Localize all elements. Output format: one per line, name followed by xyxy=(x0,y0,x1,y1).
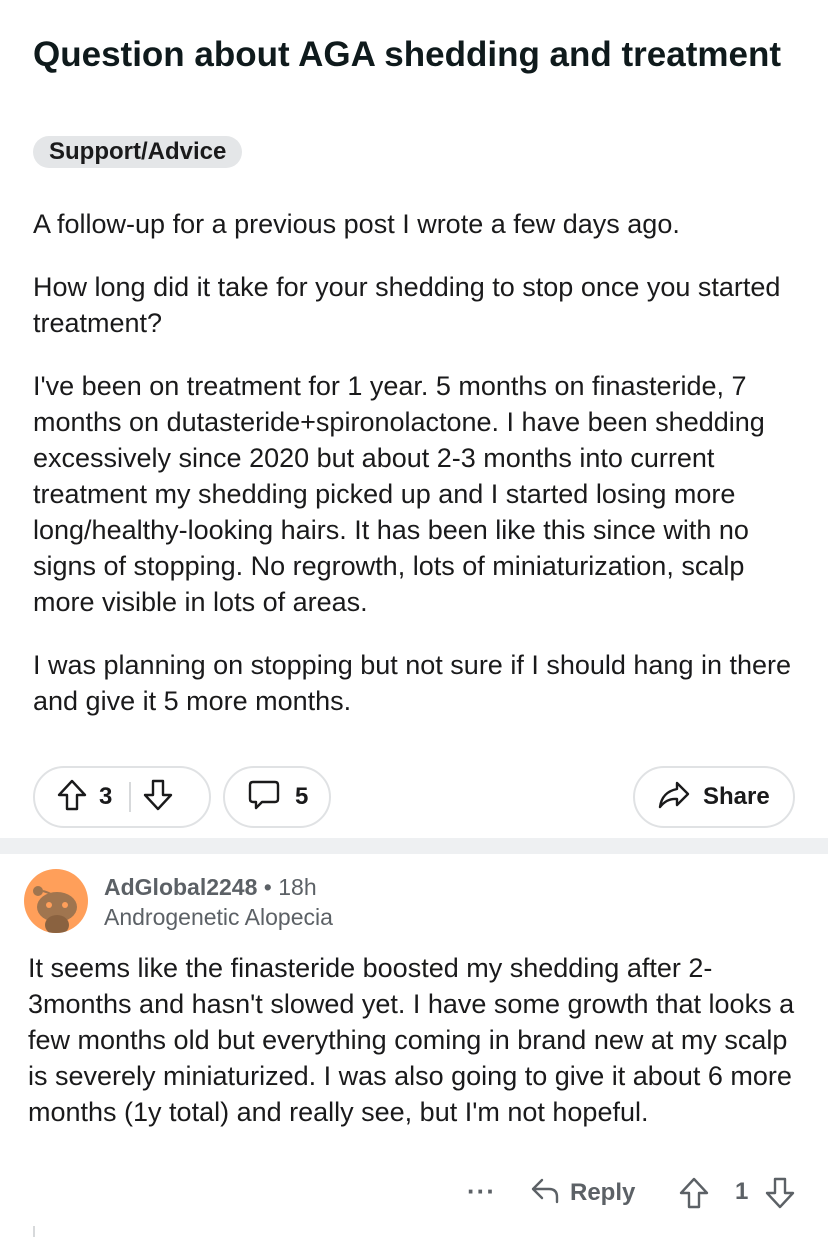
comment-actions: ··· Reply 1 xyxy=(0,1172,828,1216)
reply-button[interactable]: Reply xyxy=(530,1176,635,1209)
reply-label: Reply xyxy=(570,1178,636,1206)
share-arrow-icon xyxy=(657,780,691,815)
post-title[interactable]: Question about AGA shedding and treatmen… xyxy=(33,33,793,77)
share-button[interactable]: Share xyxy=(633,766,795,828)
comment-time: 18h xyxy=(278,874,317,900)
reply-arrow-icon xyxy=(530,1176,560,1209)
post-paragraph: I've been on treatment for 1 year. 5 mon… xyxy=(33,371,765,617)
snoo-avatar-icon[interactable] xyxy=(24,869,88,933)
downvote-arrow-icon[interactable] xyxy=(143,779,173,816)
comment-meta: AdGlobal2248 • 18h Androgenetic Alopecia xyxy=(104,872,333,932)
comment-bubble-icon xyxy=(247,779,281,816)
post-paragraph: I was planning on stopping but not sure … xyxy=(33,650,792,716)
post-action-bar: 3 5 Share xyxy=(33,766,795,828)
share-label: Share xyxy=(703,783,770,810)
comment-body: It seems like the finasteride boosted my… xyxy=(28,953,795,1127)
meta-separator: • xyxy=(263,874,272,900)
post-paragraph: A follow-up for a previous post I wrote … xyxy=(33,209,680,239)
more-options-icon[interactable]: ··· xyxy=(467,1176,496,1207)
user-flair: Androgenetic Alopecia xyxy=(104,904,333,930)
post-body: A follow-up for a previous post I wrote … xyxy=(33,206,803,746)
upvote-arrow-icon[interactable] xyxy=(57,779,87,816)
comment-count: 5 xyxy=(295,783,309,810)
comment-downvote-icon[interactable] xyxy=(765,1177,795,1214)
vote-divider xyxy=(129,782,131,812)
comment-vote-count: 1 xyxy=(735,1178,749,1205)
comment-author[interactable]: AdGlobal2248 xyxy=(104,874,257,900)
vote-pill: 3 xyxy=(33,766,211,828)
post-flair[interactable]: Support/Advice xyxy=(33,136,243,168)
thread-line xyxy=(33,1226,35,1237)
comment-upvote-icon[interactable] xyxy=(679,1177,709,1214)
post-vote-count: 3 xyxy=(99,783,113,810)
comments-button[interactable]: 5 xyxy=(223,766,331,828)
post-paragraph: How long did it take for your shedding t… xyxy=(33,272,781,338)
section-separator xyxy=(0,838,828,854)
author-line: AdGlobal2248 • 18h xyxy=(104,872,333,902)
